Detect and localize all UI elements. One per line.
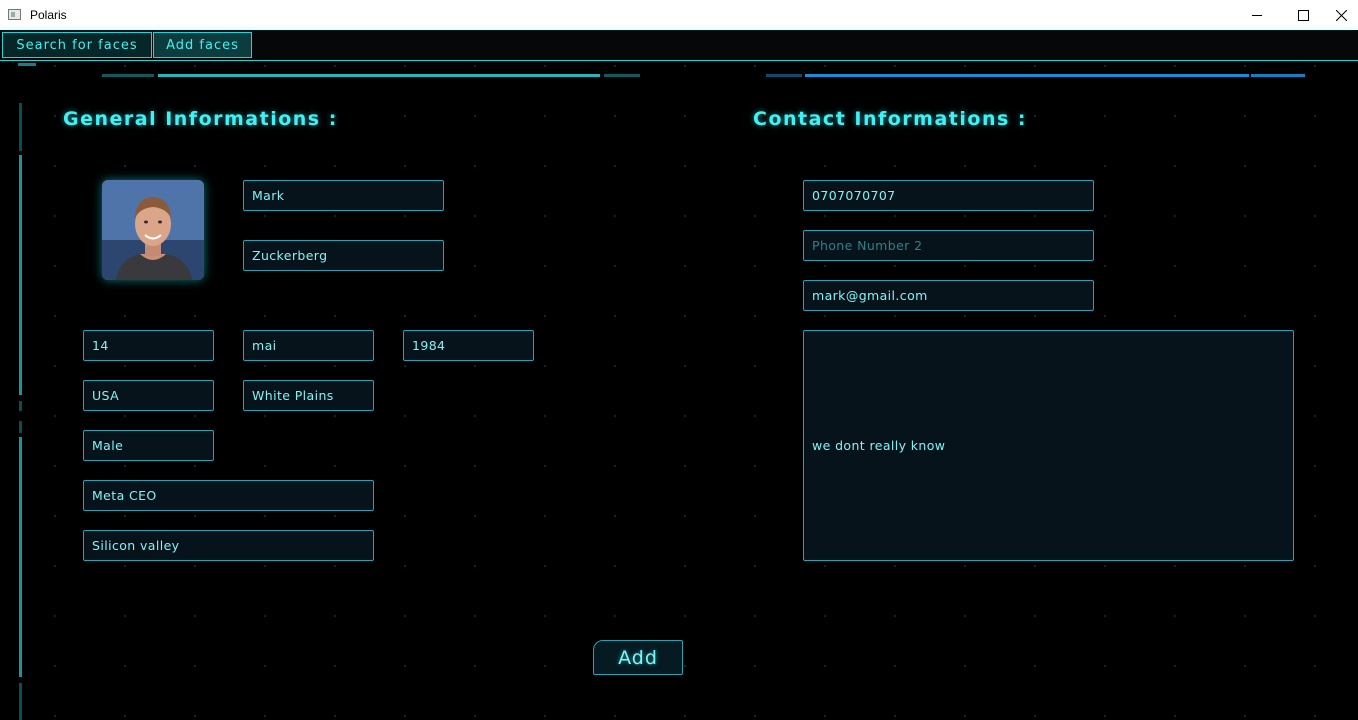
- decor-rail: [19, 103, 22, 151]
- contact-info-heading: Contact Informations :: [753, 108, 1027, 130]
- add-face-form: General Informations : Contact Informati…: [0, 61, 1358, 720]
- decor-line: [766, 74, 802, 77]
- decor-rail: [19, 401, 22, 411]
- email-input[interactable]: mark@gmail.com: [803, 280, 1094, 311]
- last-name-input[interactable]: Zuckerberg: [243, 240, 444, 271]
- decor-rail: [19, 155, 22, 395]
- first-name-input[interactable]: Mark: [243, 180, 444, 211]
- profile-photo[interactable]: [102, 180, 204, 280]
- birth-day-input[interactable]: 14: [83, 330, 214, 361]
- decor-rail: [19, 683, 22, 720]
- decor-rail: [19, 421, 22, 433]
- close-icon[interactable]: [1325, 0, 1358, 30]
- decor-line: [102, 74, 154, 77]
- city-input[interactable]: White Plains: [243, 380, 374, 411]
- address-input[interactable]: Silicon valley: [83, 530, 374, 561]
- minimize-icon[interactable]: [1234, 0, 1280, 30]
- phone-number-1-input[interactable]: 0707070707: [803, 180, 1094, 211]
- occupation-input[interactable]: Meta CEO: [83, 480, 374, 511]
- decor-rail: [19, 437, 22, 677]
- decor-line: [158, 74, 600, 77]
- birth-year-input[interactable]: 1984: [403, 330, 534, 361]
- decor-line: [1251, 74, 1305, 77]
- maximize-icon[interactable]: [1280, 0, 1326, 30]
- tab-add-faces[interactable]: Add faces: [153, 32, 252, 58]
- add-button[interactable]: Add: [593, 640, 683, 675]
- phone-number-2-input[interactable]: Phone Number 2: [803, 230, 1094, 261]
- decor-line: [18, 63, 36, 66]
- window-title: Polaris: [30, 8, 67, 22]
- window-titlebar: Polaris: [0, 0, 1358, 30]
- app-window-icon: [8, 9, 21, 20]
- decor-line: [604, 74, 640, 77]
- decor-line: [805, 74, 1249, 77]
- birth-month-input[interactable]: mai: [243, 330, 374, 361]
- tab-search-for-faces[interactable]: Search for faces: [2, 32, 152, 58]
- notes-textarea[interactable]: we dont really know: [803, 330, 1294, 561]
- country-input[interactable]: USA: [83, 380, 214, 411]
- gender-input[interactable]: Male: [83, 430, 214, 461]
- general-info-heading: General Informations :: [63, 108, 338, 130]
- tab-bar: Search for faces Add faces: [0, 31, 1358, 62]
